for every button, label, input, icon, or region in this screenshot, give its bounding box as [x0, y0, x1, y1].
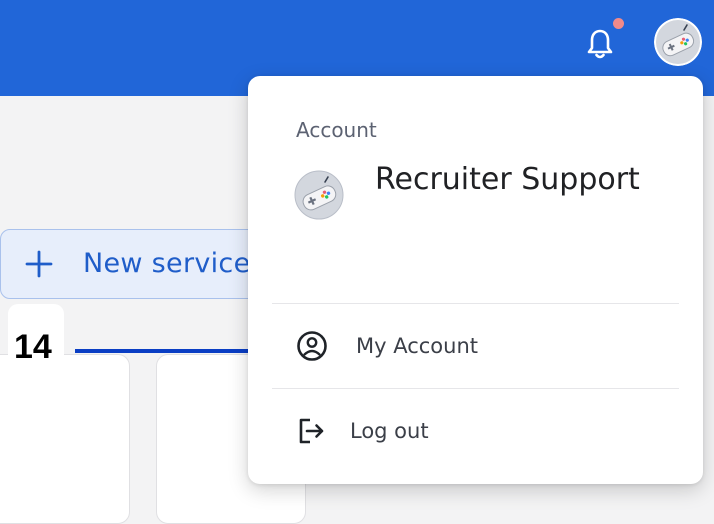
- account-menu-heading: Account: [296, 118, 377, 142]
- user-avatar-button[interactable]: [654, 18, 702, 66]
- log-out-menu-item[interactable]: Log out: [272, 389, 679, 473]
- logout-icon: [299, 418, 324, 444]
- new-service-label: New service: [83, 248, 251, 279]
- bell-icon[interactable]: [586, 28, 614, 60]
- my-account-label: My Account: [356, 334, 479, 358]
- account-menu: Account Recruiter Support My Account Log: [248, 76, 703, 484]
- log-out-label: Log out: [350, 419, 429, 443]
- service-card[interactable]: [0, 354, 130, 524]
- gamepad-avatar-icon: [294, 170, 344, 220]
- notification-dot: [613, 18, 624, 29]
- annotation-number: 14: [14, 328, 52, 366]
- user-circle-icon: [297, 331, 327, 361]
- plus-icon: [25, 250, 53, 278]
- account-user-name: Recruiter Support: [375, 162, 640, 197]
- my-account-menu-item[interactable]: My Account: [272, 304, 679, 388]
